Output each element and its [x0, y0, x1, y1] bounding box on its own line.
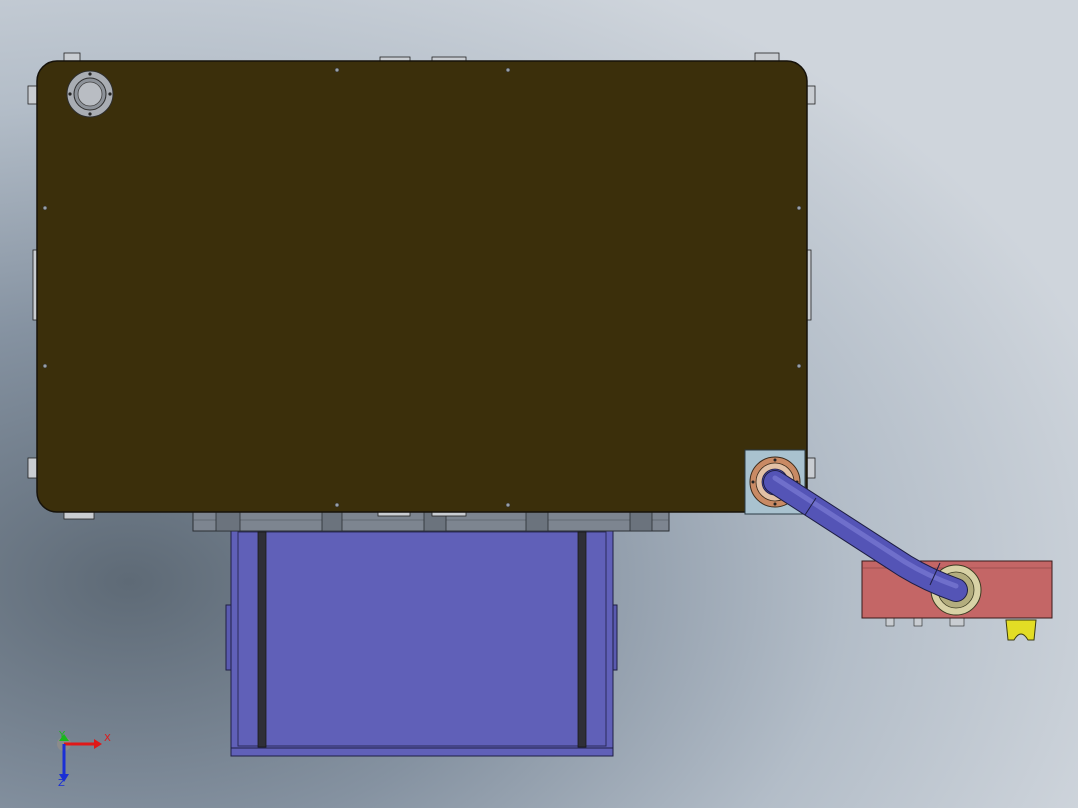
z-axis-label: Z	[58, 778, 65, 789]
housing-foot-2	[913, 617, 923, 627]
x-axis-label: X	[104, 733, 111, 744]
frame-strip	[192, 511, 670, 532]
bin-rail-right	[577, 531, 587, 748]
clamp-bl-side	[27, 457, 38, 479]
yellow-support	[1005, 619, 1037, 641]
bin-body	[230, 529, 614, 757]
clamp-tl-side	[27, 85, 38, 105]
bin-rail-left	[257, 531, 267, 748]
cad-viewport[interactable]: X Y Z	[0, 0, 1078, 808]
tank-lid	[36, 60, 808, 513]
housing-foot-3	[949, 617, 965, 627]
frame-block-4	[525, 511, 549, 532]
collection-bin	[225, 529, 618, 757]
y-axis-label: Y	[59, 730, 66, 741]
circular-port-icon	[66, 70, 114, 118]
frame-block-1	[215, 511, 241, 532]
x-arrowhead-icon	[94, 739, 102, 749]
coordinate-triad	[57, 734, 102, 782]
frame-block-5	[629, 511, 653, 532]
frame-block-2	[321, 511, 343, 532]
housing-foot-1	[885, 617, 895, 627]
cad-drawing	[27, 52, 1053, 782]
